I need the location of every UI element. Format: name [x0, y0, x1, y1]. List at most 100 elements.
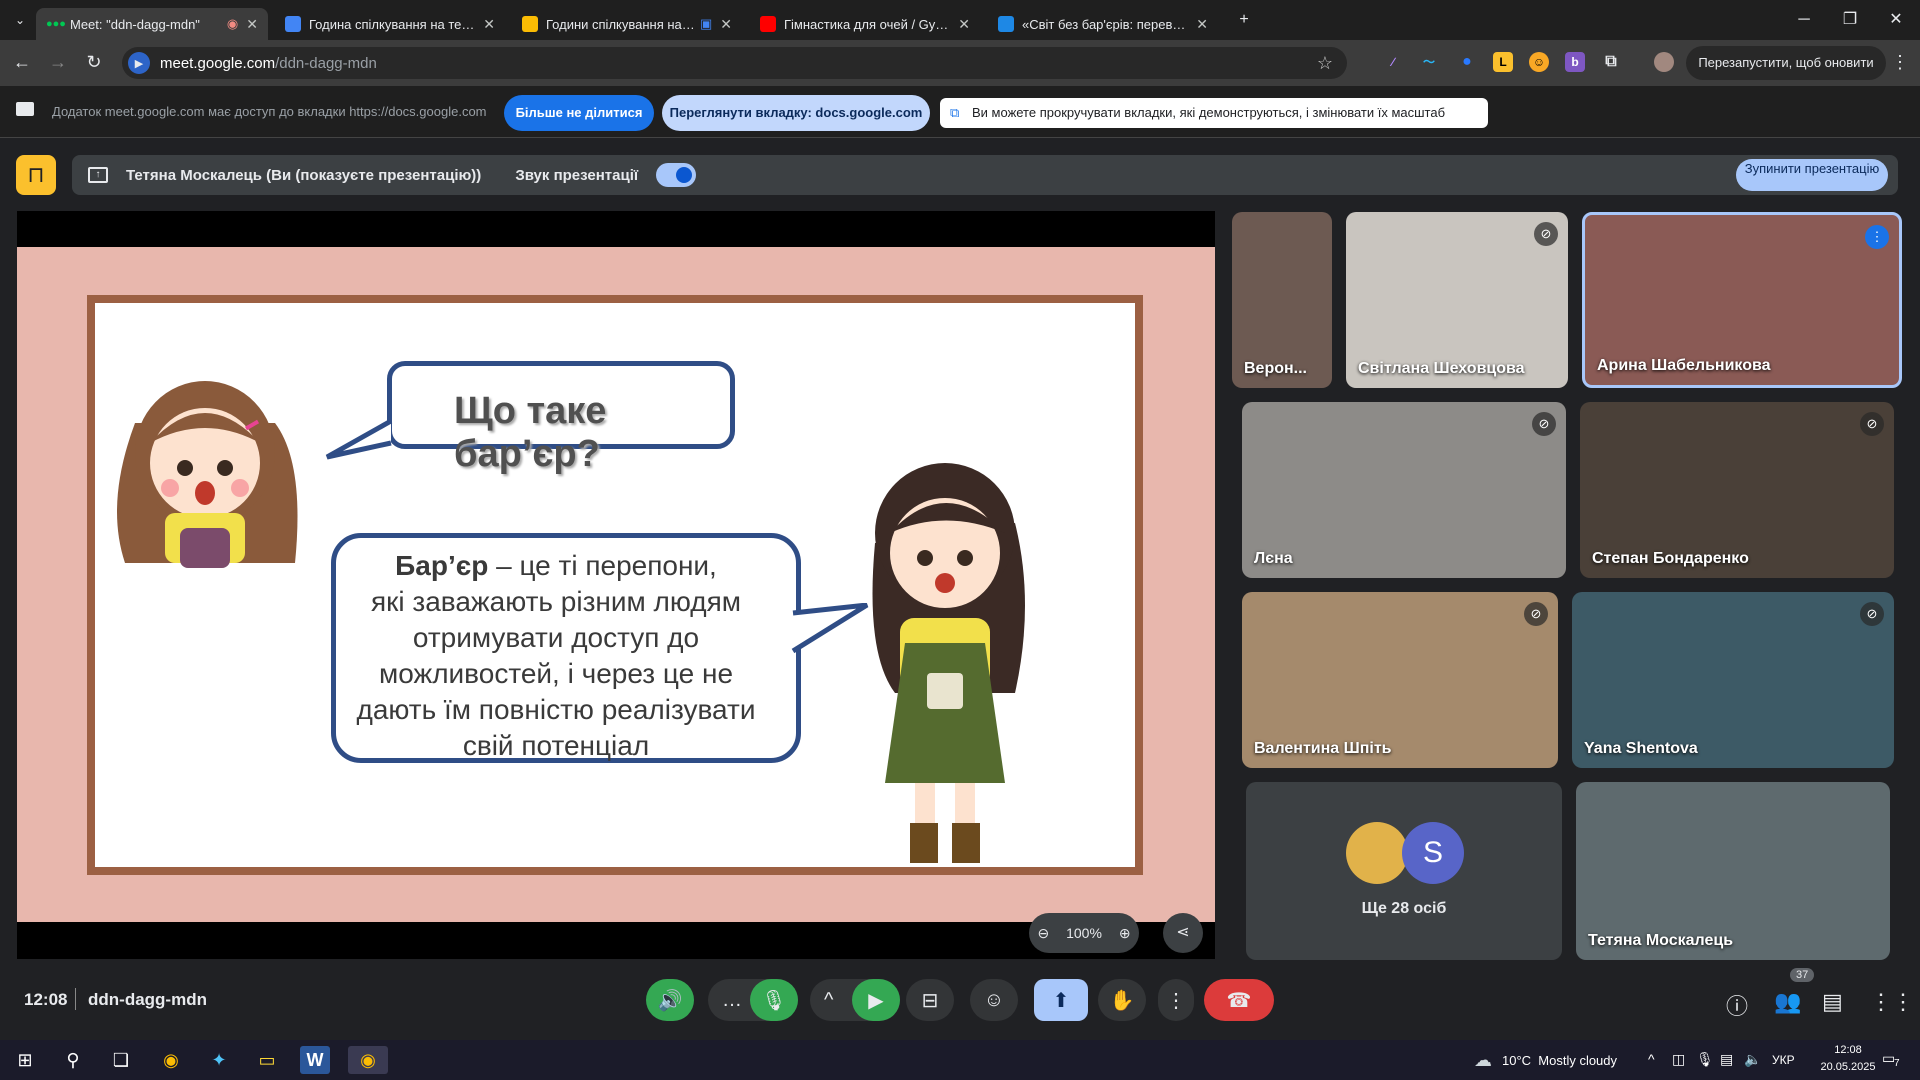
site-info-icon[interactable]: ▶ — [128, 52, 150, 74]
video-options-button[interactable]: ^ ▶ — [810, 979, 900, 1021]
girl-cartoon-left — [117, 381, 298, 568]
app-icon[interactable]: ✦ — [204, 1046, 234, 1074]
participant-tile[interactable]: ⊘ Yana Shentova — [1572, 592, 1894, 768]
minimize-button[interactable]: ─ — [1784, 6, 1824, 34]
chat-icon[interactable]: ▤ — [1822, 989, 1843, 1015]
relaunch-button[interactable]: Перезапустити, щоб оновити дані — [1686, 46, 1886, 104]
bubble-tail-right — [791, 603, 869, 654]
microphone-icon[interactable]: 🎙 — [750, 979, 798, 1021]
participants-count-badge: 37 — [1790, 968, 1815, 982]
zoom-in-icon[interactable]: ⊕ — [1119, 925, 1131, 942]
bookmark-star-icon[interactable]: ☆ — [1317, 53, 1333, 74]
tab-meet[interactable]: ●●● Meet: "ddn-dagg-mdn" ◉ ✕ — [36, 8, 268, 40]
participant-tile[interactable]: ⊘ Степан Бондаренко — [1580, 402, 1894, 578]
audio-options-button[interactable]: … 🎙 — [708, 979, 798, 1021]
clock-time[interactable]: 12:08 — [1818, 1044, 1878, 1056]
view-tab-button[interactable]: Переглянути вкладку: docs.google.com — [662, 95, 930, 131]
windows-start-icon[interactable]: ⊞ — [10, 1046, 40, 1074]
more-options-icon[interactable]: ⋮ — [1158, 979, 1194, 1021]
language-indicator[interactable]: УКР — [1772, 1053, 1795, 1067]
leave-call-icon[interactable]: ☎ — [1204, 979, 1274, 1021]
reload-icon[interactable]: ↻ — [82, 50, 106, 74]
forward-icon[interactable]: → — [46, 50, 70, 74]
tab-search-icon[interactable]: ⌄ — [8, 8, 32, 32]
speaker-icon[interactable]: 🔊 — [646, 979, 694, 1021]
tab-youtube[interactable]: Гімнастика для очей / Gymnas ✕ — [750, 8, 980, 40]
slides-icon — [522, 16, 538, 32]
participant-tile[interactable]: ⋮ Арина Шабельникова — [1582, 212, 1902, 388]
tray-mic-icon[interactable]: 🎙 — [1696, 1051, 1714, 1068]
clock-date[interactable]: 20.05.2025 — [1818, 1061, 1878, 1073]
close-window-button[interactable]: ✕ — [1876, 6, 1916, 34]
close-icon[interactable]: ✕ — [958, 16, 970, 33]
tab-slides[interactable]: Години спілкування на тему ▣ ✕ — [512, 8, 742, 40]
smile-extension-icon[interactable]: ☺ — [1529, 52, 1549, 72]
profile-avatar[interactable] — [1654, 52, 1674, 72]
presentation-bar: ↑ Тетяна Москалець (Ви (показуєте презен… — [72, 155, 1898, 195]
file-explorer-icon[interactable]: ▭ — [252, 1046, 282, 1074]
definition-line: – це ті перепони, — [488, 550, 717, 581]
participant-tile[interactable]: ⊘ Лєна — [1242, 402, 1566, 578]
close-icon[interactable]: ✕ — [246, 16, 258, 33]
participant-name: Арина Шабельникова — [1597, 357, 1771, 374]
raise-hand-icon[interactable]: ✋ — [1098, 979, 1146, 1021]
speaking-indicator-icon: ⋮ — [1865, 225, 1889, 249]
restore-button[interactable]: ❐ — [1830, 6, 1870, 34]
circle-extension-icon[interactable]: ● — [1457, 52, 1477, 72]
wave-extension-icon[interactable]: ～ — [1419, 52, 1439, 72]
divider — [75, 988, 76, 1010]
participant-avatar — [1346, 822, 1408, 884]
close-icon[interactable]: ✕ — [720, 16, 732, 33]
word-icon[interactable]: W — [300, 1046, 330, 1074]
tab-wordwall[interactable]: «Світ без бар'єрів: перевір себе ✕ — [988, 8, 1218, 40]
activities-icon[interactable]: ⊓ — [16, 155, 56, 195]
chrome-active-icon[interactable]: ◉ — [348, 1046, 388, 1074]
sharing-infobar: Додаток meet.google.com має доступ до вк… — [0, 86, 1920, 138]
others-tile[interactable]: S Ще 28 осіб — [1246, 782, 1562, 960]
participant-tile[interactable]: Верон... — [1232, 212, 1332, 388]
stop-sharing-button[interactable]: Більше не ділитися — [504, 95, 654, 131]
task-view-icon[interactable]: ❏ — [106, 1046, 136, 1074]
presentation-audio-toggle[interactable] — [656, 163, 697, 187]
stop-presenting-button[interactable]: Зупинити презентацію — [1736, 159, 1888, 191]
share-icon[interactable]: ⋖ — [1163, 913, 1203, 953]
emoji-icon[interactable]: ☺ — [970, 979, 1018, 1021]
camera-icon[interactable]: ▶ — [852, 979, 900, 1021]
volume-icon[interactable]: 🔈 — [1744, 1051, 1761, 1068]
zoom-out-icon[interactable]: ⊖ — [1037, 925, 1049, 942]
tray-app-icon[interactable]: ◫ — [1672, 1051, 1685, 1068]
l-extension-icon[interactable]: L — [1493, 52, 1513, 72]
scroll-hint: ⧉ Ви можете прокручувати вкладки, які де… — [940, 98, 1488, 128]
extensions-puzzle-icon[interactable]: ⧉ — [1601, 52, 1621, 72]
notification-count: 7 — [1894, 1058, 1900, 1069]
participant-tile[interactable]: ⊘ Світлана Шеховцова — [1346, 212, 1568, 388]
present-now-icon[interactable]: ⬆ — [1034, 979, 1088, 1021]
bubble-tail-left — [325, 418, 393, 460]
definition-line: отримувати доступ до — [412, 622, 700, 653]
meeting-time: 12:08 — [24, 990, 68, 1009]
chrome-icon[interactable]: ◉ — [156, 1046, 186, 1074]
close-icon[interactable]: ✕ — [1196, 16, 1208, 33]
captions-icon[interactable]: ⊟ — [906, 979, 954, 1021]
tab-title: Гімнастика для очей / Gymnas — [784, 16, 951, 32]
definition-line: можливостей, і через це не — [378, 658, 734, 689]
back-icon[interactable]: ← — [10, 50, 34, 74]
tray-chevron-icon[interactable]: ^ — [1648, 1051, 1655, 1067]
network-icon[interactable]: ▤ — [1720, 1051, 1733, 1068]
activities-grid-icon[interactable]: ⋮⋮ — [1870, 989, 1914, 1015]
new-tab-button[interactable]: + — [1224, 6, 1264, 34]
slide-question: Що таке бар’єр? — [454, 390, 607, 475]
pen-extension-icon[interactable]: ∕ — [1383, 52, 1403, 72]
participant-tile[interactable]: ⊘ Валентина Шпіть — [1242, 592, 1558, 768]
menu-kebab-icon[interactable]: ⋮ — [1888, 50, 1912, 74]
search-icon[interactable]: ⚲ — [58, 1046, 88, 1074]
address-bar[interactable]: ▶ meet.google.com /ddn-dagg-mdn ☆ — [122, 47, 1347, 79]
participant-tile[interactable]: Тетяна Москалець — [1576, 782, 1890, 960]
meeting-info-icon[interactable]: ⓘ — [1726, 989, 1748, 1021]
people-icon[interactable]: 👥 — [1774, 989, 1801, 1015]
recording-icon: ◉ — [226, 16, 239, 31]
mic-off-icon: ⊘ — [1532, 412, 1556, 436]
b-extension-icon[interactable]: b — [1565, 52, 1585, 72]
close-icon[interactable]: ✕ — [483, 16, 495, 33]
tab-docs[interactable]: Година спілкування на тему: « ✕ — [275, 8, 505, 40]
